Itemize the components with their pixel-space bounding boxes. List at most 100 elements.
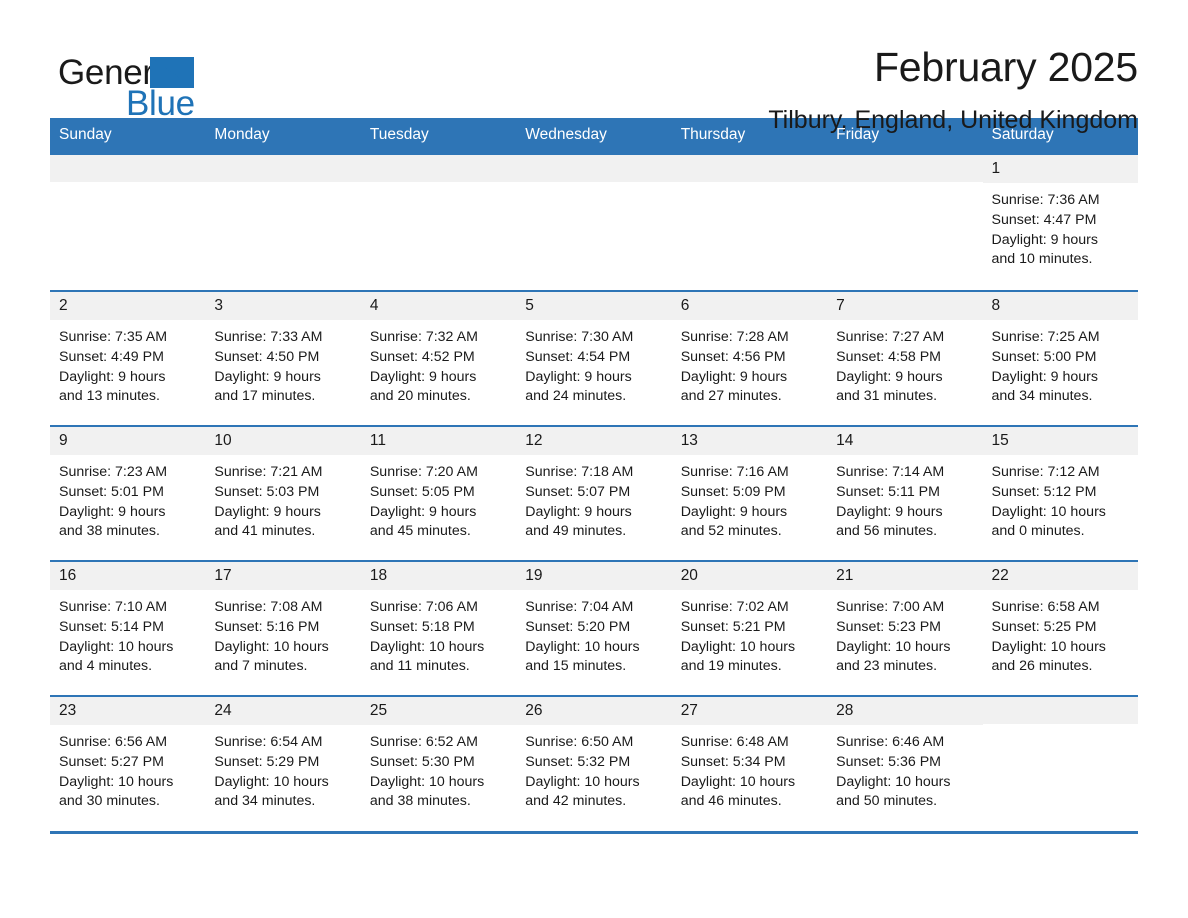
daylight-text-line2: and 23 minutes.: [836, 658, 938, 675]
day-number: 28: [827, 697, 983, 726]
day-cell[interactable]: 25 Sunrise: 6:52 AM Sunset: 5:30 PM Dayligh…: [360, 695, 517, 831]
day-cell[interactable]: 16 Sunrise: 7:10 AM Sunset: 5:14 PM Dayligh…: [50, 560, 206, 696]
daylight-text-line2: and 13 minutes.: [59, 388, 160, 405]
daylight-text-line1: Daylight: 9 hours: [836, 503, 943, 520]
sunset-text: Sunset: 4:56 PM: [680, 348, 786, 365]
day-details: Sunrise: 7:02 AM Sunset: 5:21 PM Daylight:…: [672, 590, 827, 677]
day-number: 9: [50, 427, 206, 456]
daylight-text-line2: and 26 minutes.: [991, 658, 1093, 675]
daylight-text-line2: and 24 minutes.: [525, 388, 627, 405]
sunset-text: Sunset: 5:11 PM: [836, 483, 940, 500]
weekday-header-sunday: Sunday: [50, 118, 206, 154]
day-number: 19: [516, 562, 672, 591]
day-number: 7: [827, 292, 983, 321]
generalblue-logo[interactable]: General Blue: [50, 42, 250, 121]
day-cell[interactable]: 6 Sunrise: 7:28 AM Sunset: 4:56 PM Daylight…: [671, 290, 828, 426]
daylight-text-line1: Daylight: 10 hours: [59, 773, 174, 790]
day-cell[interactable]: 4 Sunrise: 7:32 AM Sunset: 4:52 PM Daylight…: [360, 290, 517, 426]
empty-day-cell: [671, 153, 828, 291]
day-cell[interactable]: 2 Sunrise: 7:35 AM Sunset: 4:49 PM Daylight…: [50, 290, 206, 426]
sunset-text: Sunset: 5:03 PM: [214, 483, 320, 500]
daylight-text-line2: and 56 minutes.: [836, 523, 938, 540]
daylight-text-line2: and 17 minutes.: [214, 388, 316, 405]
sunset-text: Sunset: 4:50 PM: [214, 348, 320, 365]
calendar-week-row: 23 Sunrise: 6:56 AM Sunset: 5:27 PM Dayligh…: [50, 695, 1138, 831]
empty-day-cell: [360, 153, 517, 291]
day-cell[interactable]: 14 Sunrise: 7:14 AM Sunset: 5:11 PM Dayligh…: [827, 425, 983, 561]
calendar-week-row: 16 Sunrise: 7:10 AM Sunset: 5:14 PM Dayligh…: [50, 560, 1138, 696]
day-cell[interactable]: 27 Sunrise: 6:48 AM Sunset: 5:34 PM Dayligh…: [671, 695, 828, 831]
day-cell[interactable]: 13 Sunrise: 7:16 AM Sunset: 5:09 PM Dayligh…: [671, 425, 828, 561]
empty-day-cell: [205, 153, 361, 291]
calendar-bottom-rule: [50, 831, 1138, 834]
sunset-text: Sunset: 5:00 PM: [991, 348, 1097, 365]
empty-day-cell: [516, 153, 672, 291]
daylight-text-line1: Daylight: 10 hours: [680, 773, 796, 790]
sunrise-text: Sunrise: 7:10 AM: [59, 599, 168, 616]
daylight-text-line2: and 31 minutes.: [836, 388, 938, 405]
page-header: General Blue February 2025 Tilbury, Engl…: [50, 0, 1138, 134]
day-details: Sunrise: 7:18 AM Sunset: 5:07 PM Daylight:…: [516, 455, 671, 542]
day-cell[interactable]: 20 Sunrise: 7:02 AM Sunset: 5:21 PM Dayligh…: [671, 560, 828, 696]
sunrise-text: Sunrise: 7:06 AM: [369, 599, 478, 616]
daylight-text-line1: Daylight: 9 hours: [214, 503, 321, 520]
title-block: February 2025 Tilbury, England, United K…: [768, 42, 1138, 135]
weekday-header-monday: Monday: [205, 118, 361, 154]
day-cell[interactable]: 5 Sunrise: 7:30 AM Sunset: 4:54 PM Daylight…: [516, 290, 672, 426]
sunset-text: Sunset: 4:52 PM: [369, 348, 475, 365]
weekday-header-tuesday: Tuesday: [360, 118, 517, 154]
day-cell[interactable]: 28 Sunrise: 6:46 AM Sunset: 5:36 PM Dayligh…: [827, 695, 983, 831]
sunset-text: Sunset: 5:23 PM: [836, 618, 941, 635]
sunset-text: Sunset: 4:54 PM: [525, 348, 631, 365]
page-subtitle: Tilbury, England, United Kingdom: [768, 106, 1138, 135]
day-cell[interactable]: 23 Sunrise: 6:56 AM Sunset: 5:27 PM Dayligh…: [50, 695, 206, 831]
daylight-text-line1: Daylight: 9 hours: [59, 368, 166, 385]
sunset-text: Sunset: 4:58 PM: [836, 348, 941, 365]
day-cell[interactable]: 18 Sunrise: 7:06 AM Sunset: 5:18 PM Dayligh…: [360, 560, 517, 696]
sunrise-text: Sunrise: 6:56 AM: [59, 734, 168, 751]
sunrise-text: Sunrise: 7:33 AM: [214, 329, 323, 346]
day-details: Sunrise: 7:20 AM Sunset: 5:05 PM Daylight:…: [361, 455, 516, 542]
day-cell[interactable]: 22 Sunrise: 6:58 AM Sunset: 5:25 PM Dayligh…: [982, 560, 1138, 696]
day-number: 3: [205, 292, 361, 321]
day-cell[interactable]: 9 Sunrise: 7:23 AM Sunset: 5:01 PM Daylight…: [50, 425, 206, 561]
day-number: 13: [671, 427, 828, 456]
day-number: 18: [360, 562, 517, 591]
day-details: Sunrise: 6:58 AM Sunset: 5:25 PM Daylight:…: [983, 590, 1138, 677]
daylight-text-line1: Daylight: 10 hours: [525, 638, 640, 655]
sunrise-text: Sunrise: 7:20 AM: [369, 464, 478, 481]
day-details: Sunrise: 6:54 AM Sunset: 5:29 PM Daylight:…: [205, 725, 360, 812]
day-number: [205, 155, 361, 182]
daylight-text-line1: Daylight: 10 hours: [214, 638, 329, 655]
calendar-page: General Blue February 2025 Tilbury, Engl…: [0, 0, 1188, 918]
day-cell[interactable]: 24 Sunrise: 6:54 AM Sunset: 5:29 PM Dayligh…: [205, 695, 361, 831]
calendar-table: Sunday Monday Tuesday Wednesday Thursday…: [50, 118, 1138, 831]
day-details: Sunrise: 7:35 AM Sunset: 4:49 PM Daylight:…: [50, 320, 205, 407]
daylight-text-line1: Daylight: 10 hours: [525, 773, 640, 790]
day-cell[interactable]: 26 Sunrise: 6:50 AM Sunset: 5:32 PM Dayligh…: [516, 695, 672, 831]
day-cell[interactable]: 1 Sunrise: 7:36 AM Sunset: 4:47 PM Daylight…: [982, 153, 1138, 291]
daylight-text-line1: Daylight: 9 hours: [836, 368, 943, 385]
day-cell[interactable]: 11 Sunrise: 7:20 AM Sunset: 5:05 PM Dayligh…: [360, 425, 517, 561]
day-number: [50, 155, 206, 182]
day-number: 22: [982, 562, 1138, 591]
day-details: Sunrise: 7:08 AM Sunset: 5:16 PM Daylight:…: [205, 590, 360, 677]
sunset-text: Sunset: 5:29 PM: [214, 753, 320, 770]
day-cell[interactable]: 19 Sunrise: 7:04 AM Sunset: 5:20 PM Dayligh…: [516, 560, 672, 696]
day-cell[interactable]: 3 Sunrise: 7:33 AM Sunset: 4:50 PM Daylight…: [205, 290, 361, 426]
sunrise-text: Sunrise: 7:36 AM: [991, 192, 1100, 209]
day-details: Sunrise: 7:30 AM Sunset: 4:54 PM Daylight:…: [516, 320, 671, 407]
day-number: 16: [50, 562, 206, 591]
day-cell[interactable]: 12 Sunrise: 7:18 AM Sunset: 5:07 PM Dayligh…: [516, 425, 672, 561]
daylight-text-line1: Daylight: 10 hours: [991, 638, 1106, 655]
day-cell[interactable]: 21 Sunrise: 7:00 AM Sunset: 5:23 PM Dayligh…: [827, 560, 983, 696]
day-cell[interactable]: 8 Sunrise: 7:25 AM Sunset: 5:00 PM Daylight…: [982, 290, 1138, 426]
day-cell[interactable]: 17 Sunrise: 7:08 AM Sunset: 5:16 PM Dayligh…: [205, 560, 361, 696]
day-number: 20: [671, 562, 828, 591]
day-cell[interactable]: 7 Sunrise: 7:27 AM Sunset: 4:58 PM Daylight…: [827, 290, 983, 426]
daylight-text-line1: Daylight: 10 hours: [836, 638, 951, 655]
day-cell[interactable]: 10 Sunrise: 7:21 AM Sunset: 5:03 PM Dayligh…: [205, 425, 361, 561]
sunset-text: Sunset: 5:30 PM: [369, 753, 475, 770]
daylight-text-line1: Daylight: 10 hours: [369, 773, 485, 790]
day-cell[interactable]: 15 Sunrise: 7:12 AM Sunset: 5:12 PM Dayligh…: [982, 425, 1138, 561]
